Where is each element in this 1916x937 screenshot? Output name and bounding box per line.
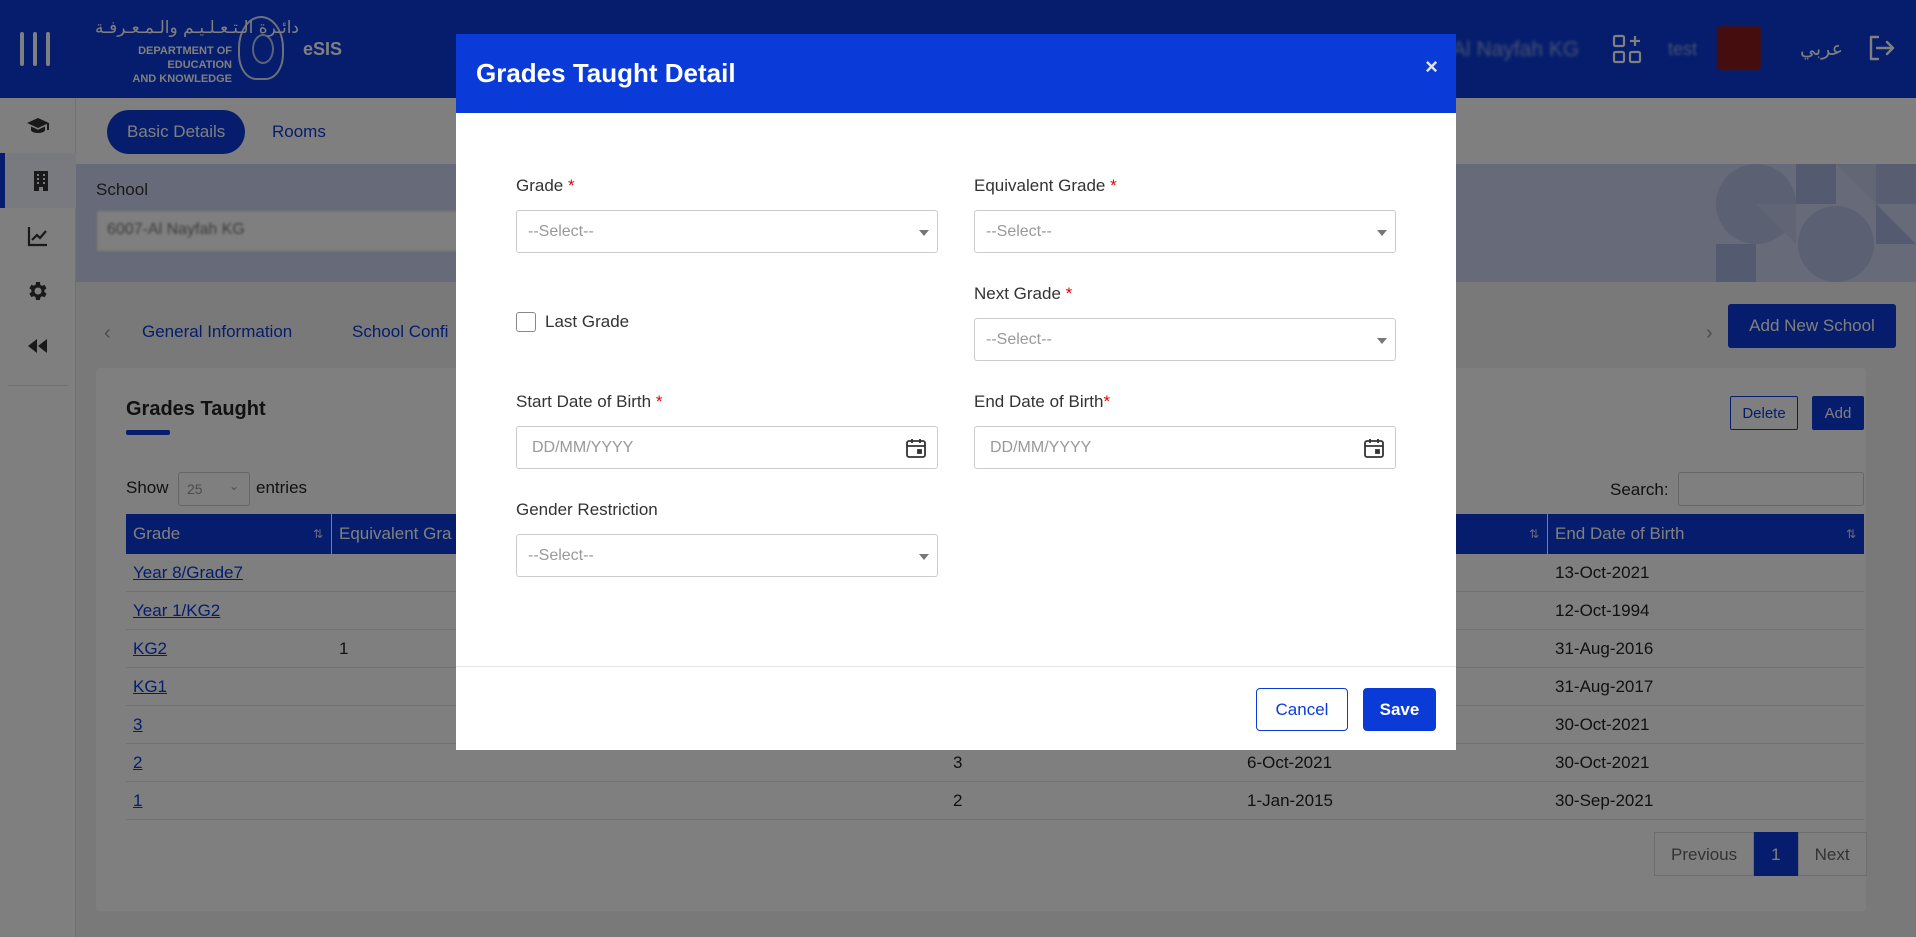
dropdown-caret-icon — [1377, 230, 1387, 236]
dropdown-caret-icon — [1377, 338, 1387, 344]
gender-restriction-select[interactable]: --Select-- — [516, 534, 938, 577]
end-dob-label: End Date of Birth* — [974, 392, 1110, 412]
required-marker: * — [1103, 392, 1111, 411]
next-grade-label: Next Grade * — [974, 284, 1072, 304]
cancel-button[interactable]: Cancel — [1256, 688, 1348, 731]
next-grade-label-text: Next Grade — [974, 284, 1061, 303]
dropdown-caret-icon — [919, 230, 929, 236]
close-icon[interactable]: × — [1425, 54, 1438, 80]
modal-backdrop[interactable]: Grades Taught Detail × Grade * --Select-… — [0, 0, 1916, 937]
modal-footer-divider — [456, 666, 1456, 667]
equivalent-grade-placeholder: --Select-- — [986, 223, 1052, 240]
end-dob-label-text: End Date of Birth — [974, 392, 1104, 411]
grade-select-placeholder: --Select-- — [528, 223, 594, 240]
equivalent-grade-select[interactable]: --Select-- — [974, 210, 1396, 253]
next-grade-placeholder: --Select-- — [986, 331, 1052, 348]
required-marker: * — [1065, 284, 1073, 303]
grade-select[interactable]: --Select-- — [516, 210, 938, 253]
modal-header: Grades Taught Detail × — [456, 34, 1456, 113]
next-grade-select[interactable]: --Select-- — [974, 318, 1396, 361]
calendar-icon[interactable] — [905, 437, 927, 459]
grades-taught-detail-modal: Grades Taught Detail × Grade * --Select-… — [456, 34, 1456, 750]
required-marker: * — [567, 176, 575, 195]
save-button[interactable]: Save — [1363, 688, 1436, 731]
start-dob-input[interactable]: DD/MM/YYYY — [516, 426, 938, 469]
grade-label-text: Grade — [516, 176, 564, 195]
end-dob-placeholder: DD/MM/YYYY — [990, 439, 1092, 456]
equivalent-grade-label-text: Equivalent Grade — [974, 176, 1106, 195]
dropdown-caret-icon — [919, 554, 929, 560]
gender-restriction-label: Gender Restriction — [516, 500, 658, 519]
start-dob-label-text: Start Date of Birth — [516, 392, 652, 411]
required-marker: * — [655, 392, 663, 411]
grade-label: Grade * — [516, 176, 575, 196]
last-grade-label[interactable]: Last Grade — [545, 312, 629, 332]
start-dob-placeholder: DD/MM/YYYY — [532, 439, 634, 456]
start-dob-label: Start Date of Birth * — [516, 392, 662, 412]
end-dob-input[interactable]: DD/MM/YYYY — [974, 426, 1396, 469]
required-marker: * — [1110, 176, 1117, 195]
modal-title: Grades Taught Detail — [476, 58, 736, 88]
gender-restriction-placeholder: --Select-- — [528, 547, 594, 564]
equivalent-grade-label: Equivalent Grade * — [974, 176, 1117, 196]
calendar-icon[interactable] — [1363, 437, 1385, 459]
last-grade-checkbox[interactable] — [516, 312, 536, 332]
